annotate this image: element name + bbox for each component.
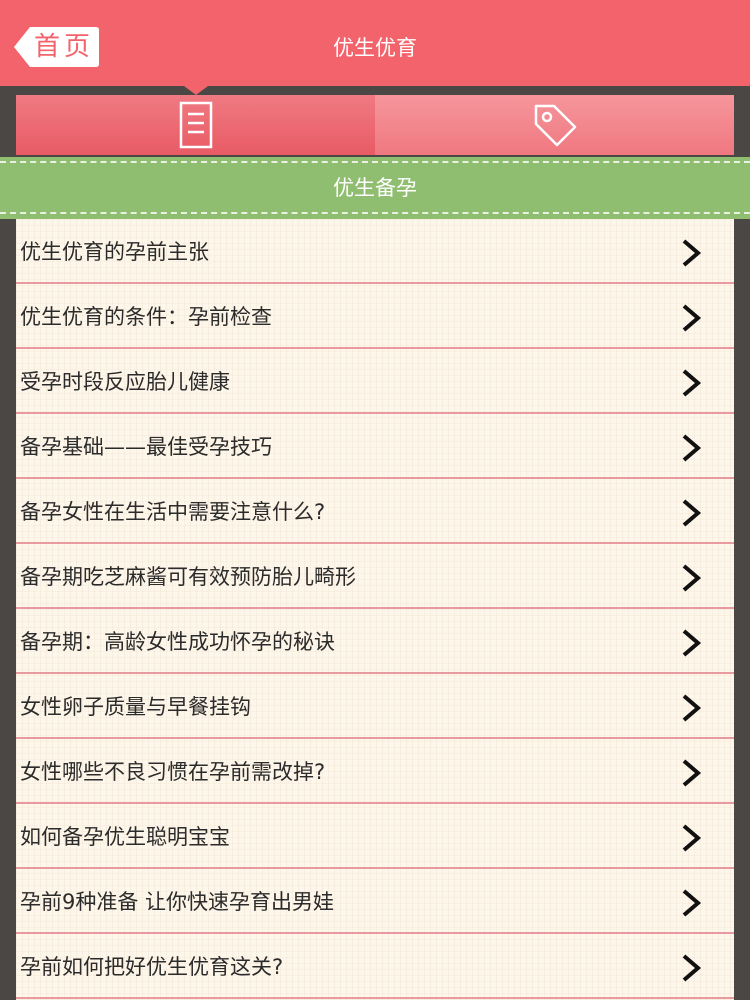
chevron-right-icon (682, 759, 702, 787)
tab-strip (16, 95, 734, 155)
navigation-bar: 首页 优生优育 (0, 0, 750, 86)
list-item-title: 受孕时段反应胎儿健康 (20, 370, 230, 394)
article-list[interactable]: 优生优育的孕前主张 优生优育的条件：孕前检查 受孕时段反应胎儿健康 备孕基础——… (16, 219, 734, 1000)
list-item[interactable]: 备孕期：高龄女性成功怀孕的秘诀 (16, 609, 734, 674)
document-icon (179, 101, 212, 149)
chevron-right-icon (682, 434, 702, 462)
tab-tags[interactable] (375, 95, 734, 155)
list-item[interactable]: 女性卵子质量与早餐挂钩 (16, 674, 734, 739)
list-item-title: 备孕基础——最佳受孕技巧 (20, 435, 272, 459)
list-item[interactable]: 女性哪些不良习惯在孕前需改掉? (16, 739, 734, 804)
list-item-title: 孕前9种准备 让你快速孕育出男娃 (20, 890, 335, 914)
chevron-right-icon (682, 824, 702, 852)
chevron-right-icon (682, 564, 702, 592)
list-item[interactable]: 孕前9种准备 让你快速孕育出男娃 (16, 869, 734, 934)
list-item[interactable]: 备孕期吃芝麻酱可有效预防胎儿畸形 (16, 544, 734, 609)
list-item-title: 孕前如何把好优生优育这关? (20, 955, 284, 979)
section-banner: 优生备孕 (0, 157, 750, 219)
chevron-right-icon (682, 694, 702, 722)
list-item-title: 女性哪些不良习惯在孕前需改掉? (20, 760, 326, 784)
chevron-right-icon (682, 499, 702, 527)
page-title: 优生优育 (333, 36, 417, 60)
tag-icon (534, 104, 576, 147)
list-item[interactable]: 如何备孕优生聪明宝宝 (16, 804, 734, 869)
chevron-right-icon (682, 629, 702, 657)
list-item-title: 备孕期：高龄女性成功怀孕的秘诀 (20, 630, 335, 654)
chevron-right-icon (682, 889, 702, 917)
list-item-title: 优生优育的孕前主张 (20, 240, 209, 264)
section-title: 优生备孕 (333, 176, 417, 200)
list-item-title: 女性卵子质量与早餐挂钩 (20, 695, 251, 719)
list-item-title: 如何备孕优生聪明宝宝 (20, 825, 230, 849)
tab-articles[interactable] (16, 95, 375, 155)
list-item[interactable]: 优生优育的条件：孕前检查 (16, 284, 734, 349)
chevron-right-icon (682, 954, 702, 982)
list-item-title: 备孕女性在生活中需要注意什么? (20, 500, 326, 524)
chevron-right-icon (682, 369, 702, 397)
list-item[interactable]: 孕前如何把好优生优育这关? (16, 934, 734, 999)
list-item-title: 备孕期吃芝麻酱可有效预防胎儿畸形 (20, 565, 356, 589)
list-item[interactable]: 受孕时段反应胎儿健康 (16, 349, 734, 414)
chevron-right-icon (682, 304, 702, 332)
list-item[interactable]: 备孕基础——最佳受孕技巧 (16, 414, 734, 479)
list-item[interactable]: 优生优育的孕前主张 (16, 219, 734, 284)
list-item[interactable]: 备孕女性在生活中需要注意什么? (16, 479, 734, 544)
selected-tab-pointer (184, 86, 208, 95)
chevron-right-icon (682, 239, 702, 267)
list-item-title: 优生优育的条件：孕前检查 (20, 305, 272, 329)
